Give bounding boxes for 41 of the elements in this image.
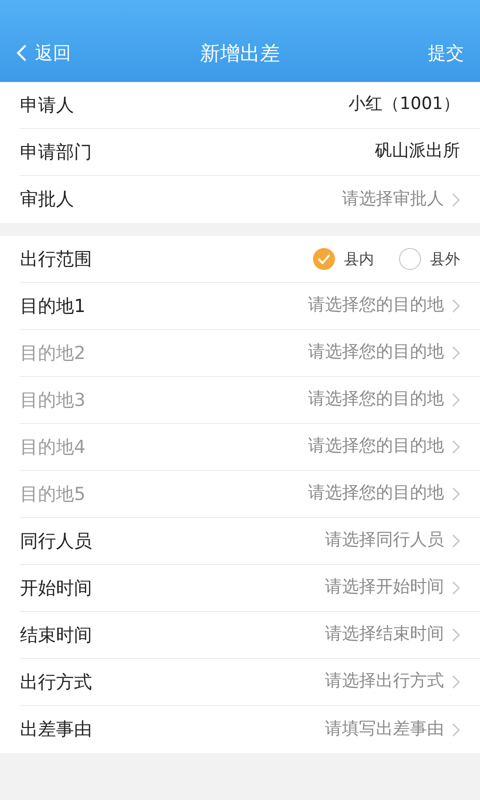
chevron-icon [452, 675, 460, 689]
chevron-icon [452, 628, 460, 642]
row-label: 出行范围 [20, 248, 92, 272]
field-value: 矾山派出所 [375, 140, 460, 164]
row-label: 结束时间 [20, 624, 92, 648]
picker-field[interactable]: 请选择结束时间 [325, 622, 460, 648]
chevron-icon [452, 299, 460, 313]
row-label: 目的地2 [20, 342, 86, 366]
radio-option[interactable]: 县内 [312, 247, 374, 271]
chevron-icon [452, 534, 460, 548]
chevron-icon [452, 346, 460, 360]
submit-button[interactable]: 提交 [428, 40, 464, 66]
picker-field[interactable]: 请填写出差事由 [325, 716, 460, 742]
page-title: 新增出差 [200, 40, 280, 67]
chevron-icon [452, 192, 460, 206]
radio-option[interactable]: 县外 [398, 247, 460, 271]
picker-field[interactable]: 请选择开始时间 [325, 575, 460, 601]
row-label: 目的地3 [20, 388, 86, 412]
row-label: 目的地5 [20, 482, 86, 506]
row-label: 同行人员 [20, 530, 92, 554]
radio-empty-icon [398, 247, 422, 271]
row-label: 出行方式 [20, 670, 92, 694]
picker-field[interactable]: 请选择审批人 [342, 186, 460, 212]
chevron-icon [452, 722, 460, 736]
row-label: 申请部门 [20, 140, 92, 164]
radio-checked-icon [312, 247, 336, 271]
picker-field[interactable]: 请选择同行人员 [325, 528, 460, 554]
chevron-icon [452, 487, 460, 501]
row-label: 审批人 [20, 188, 74, 212]
back-button[interactable]: 返回 [16, 40, 106, 66]
row-label: 申请人 [20, 94, 74, 118]
field-value: 小红（1001） [348, 93, 460, 116]
picker-field[interactable]: 请选择出行方式 [325, 669, 460, 695]
row-label: 目的地1 [20, 294, 86, 318]
row-label: 目的地4 [20, 436, 86, 460]
chevron-icon [452, 440, 460, 454]
row-label: 开始时间 [20, 576, 92, 600]
chevron-icon [452, 393, 460, 407]
picker-field[interactable]: 请选择您的目的地 [308, 293, 460, 319]
row-label: 出差事由 [20, 718, 92, 742]
chevron-icon [452, 581, 460, 595]
